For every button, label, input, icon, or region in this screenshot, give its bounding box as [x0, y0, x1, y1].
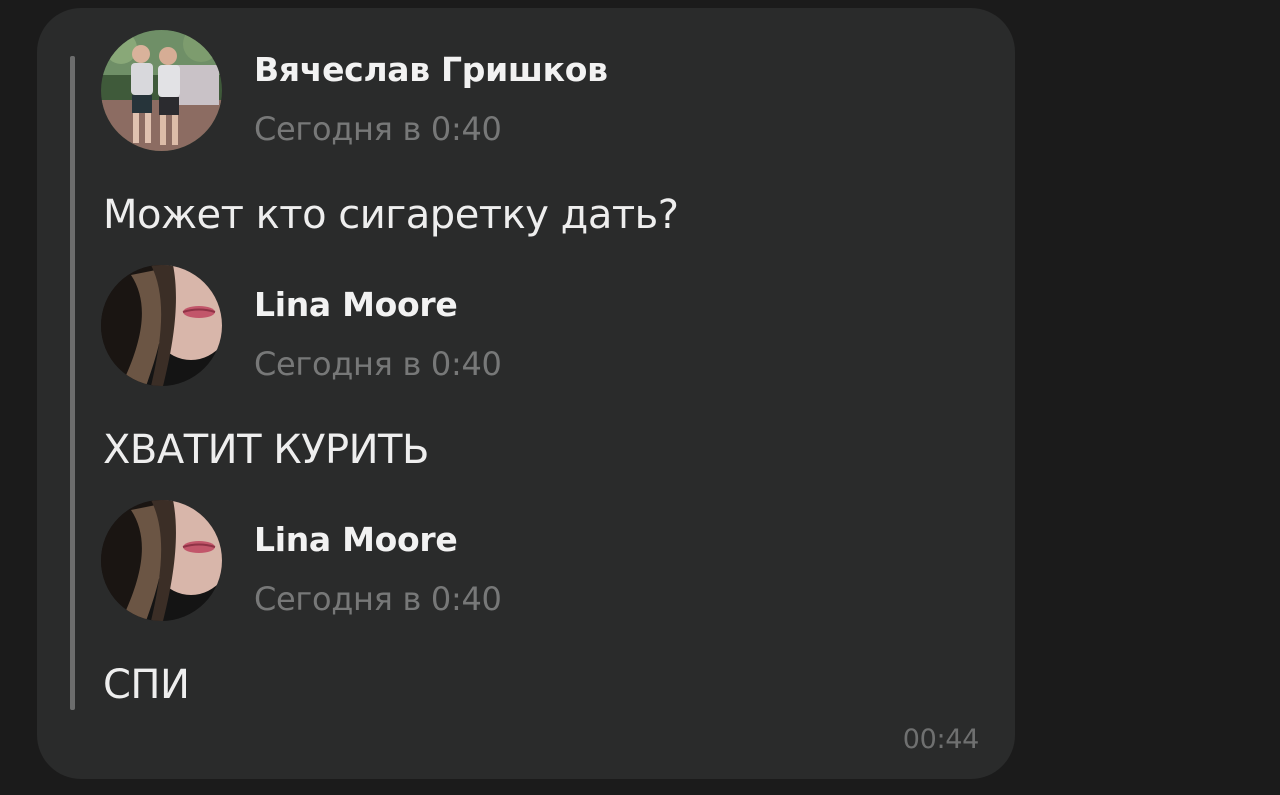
avatar[interactable] [101, 265, 222, 386]
avatar[interactable] [101, 500, 222, 621]
forwarded-author-name[interactable]: Lina Moore [254, 285, 458, 324]
forwarded-timestamp: Сегодня в 0:40 [254, 580, 502, 618]
forwarded-message-text: СПИ [103, 662, 190, 708]
avatar-photo-girl [101, 500, 222, 621]
forwarded-author-name[interactable]: Вячеслав Гришков [254, 50, 608, 89]
message-bubble[interactable]: Вячеслав Гришков Сегодня в 0:40 Может кт… [37, 8, 1015, 779]
message-timestamp: 00:44 [902, 724, 980, 755]
forwarded-author-name[interactable]: Lina Moore [254, 520, 458, 559]
avatar-photo-girl [101, 265, 222, 386]
avatar[interactable] [101, 30, 222, 151]
forwarded-message-text: ХВАТИТ КУРИТЬ [103, 427, 429, 473]
forwarded-message-text: Может кто сигаретку дать? [103, 192, 679, 238]
forwarded-timestamp: Сегодня в 0:40 [254, 110, 502, 148]
avatar-photo-two-boys [101, 30, 222, 151]
forwarded-timestamp: Сегодня в 0:40 [254, 345, 502, 383]
forward-quote-bar [70, 56, 75, 710]
